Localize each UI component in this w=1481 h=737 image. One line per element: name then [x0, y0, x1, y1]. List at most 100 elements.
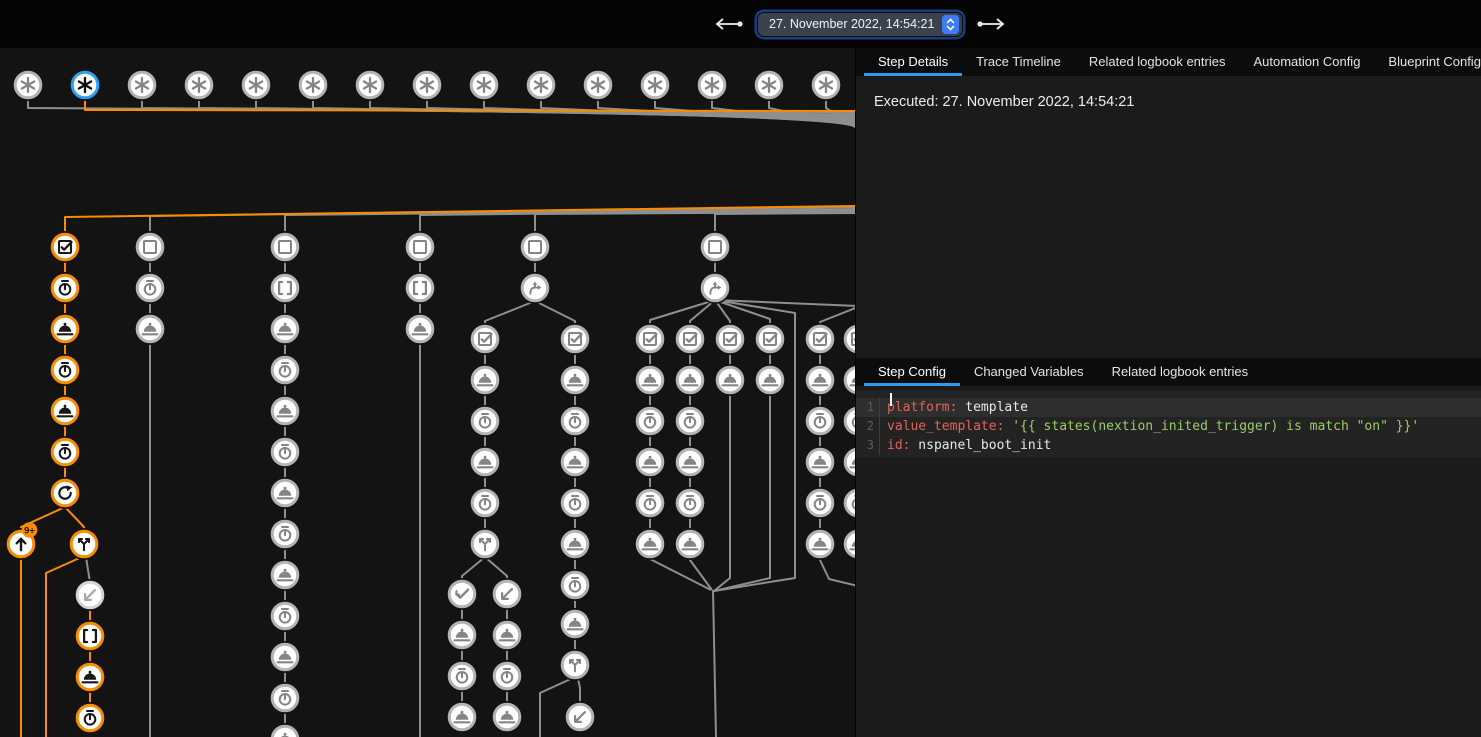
trace-node-bell[interactable]	[804, 364, 836, 396]
trace-node-decision[interactable]	[699, 272, 731, 304]
trace-node-bell[interactable]	[804, 528, 836, 560]
tab-related-logbook-entries[interactable]: Related logbook entries	[1075, 48, 1240, 76]
trace-node-timer[interactable]	[559, 487, 591, 519]
trace-node-timer[interactable]	[446, 660, 478, 692]
trace-node-checkbox[interactable]	[674, 323, 706, 355]
trace-node-bell[interactable]	[754, 364, 786, 396]
trace-node-bell[interactable]	[634, 364, 666, 396]
trace-node-bell[interactable]	[49, 395, 81, 427]
trace-node-bell[interactable]	[469, 446, 501, 478]
trace-node-asterisk[interactable]	[468, 69, 500, 101]
run-select[interactable]: 27. November 2022, 14:54:21	[758, 13, 962, 36]
tab-step-config[interactable]: Step Config	[864, 358, 960, 386]
trace-node-timer[interactable]	[804, 405, 836, 437]
trace-node-brackets[interactable]	[269, 272, 301, 304]
trace-node-timer[interactable]	[674, 487, 706, 519]
trace-node-asterisk[interactable]	[639, 69, 671, 101]
trace-node-bell[interactable]	[269, 313, 301, 345]
trace-node-asterisk[interactable]	[810, 69, 842, 101]
trace-node-timer[interactable]	[134, 272, 166, 304]
trace-node-asterisk[interactable]	[69, 69, 101, 101]
trace-node-timer[interactable]	[842, 487, 855, 519]
trace-node-bell[interactable]	[559, 608, 591, 640]
trace-node-arrow-check[interactable]	[446, 578, 478, 610]
next-run-button[interactable]	[974, 15, 1008, 33]
trace-node-bell[interactable]	[269, 395, 301, 427]
trace-node-bell[interactable]	[446, 619, 478, 651]
trace-node-square[interactable]	[519, 231, 551, 263]
previous-run-button[interactable]	[712, 15, 746, 33]
trace-node-timer[interactable]	[74, 702, 106, 734]
trace-node-bell[interactable]	[269, 477, 301, 509]
trace-node-square[interactable]	[269, 231, 301, 263]
trace-node-bell[interactable]	[674, 446, 706, 478]
trace-node-asterisk[interactable]	[126, 69, 158, 101]
trace-node-timer[interactable]	[269, 354, 301, 386]
trace-node-checkbox[interactable]	[559, 323, 591, 355]
trace-node-bell[interactable]	[491, 619, 523, 651]
trace-node-bell[interactable]	[491, 701, 523, 733]
trace-node-timer[interactable]	[634, 405, 666, 437]
trace-node-refresh[interactable]	[49, 477, 81, 509]
trace-node-bell[interactable]	[559, 364, 591, 396]
trace-node-bell[interactable]	[446, 701, 478, 733]
trace-node-arrow-bl[interactable]	[491, 578, 523, 610]
trace-node-bell[interactable]	[634, 446, 666, 478]
yaml-editor[interactable]: 1 platform: template 2 value_template: '…	[856, 391, 1481, 457]
trace-node-asterisk[interactable]	[696, 69, 728, 101]
trace-node-timer[interactable]	[674, 405, 706, 437]
trace-node-bell[interactable]	[804, 446, 836, 478]
trace-node-arrow-bl[interactable]	[74, 579, 106, 611]
trace-node-timer[interactable]	[49, 436, 81, 468]
tab-changed-variables[interactable]: Changed Variables	[960, 358, 1098, 386]
tab-step-details[interactable]: Step Details	[864, 48, 962, 76]
trace-node-bell[interactable]	[842, 446, 855, 478]
trace-node-timer[interactable]	[559, 405, 591, 437]
trace-node-brackets[interactable]	[404, 272, 436, 304]
trace-node-timer[interactable]	[634, 487, 666, 519]
trace-node-square[interactable]	[134, 231, 166, 263]
trace-node-asterisk[interactable]	[582, 69, 614, 101]
tab-related-logbook-entries-2[interactable]: Related logbook entries	[1098, 358, 1263, 386]
trace-node-asterisk[interactable]	[12, 69, 44, 101]
trace-node-bell[interactable]	[634, 528, 666, 560]
trace-node-split[interactable]	[68, 528, 100, 560]
trace-node-asterisk[interactable]	[354, 69, 386, 101]
trace-node-asterisk[interactable]	[183, 69, 215, 101]
trace-node-bell[interactable]	[404, 313, 436, 345]
trace-node-bell[interactable]	[559, 446, 591, 478]
trace-node-square[interactable]	[699, 231, 731, 263]
trace-node-bell[interactable]	[269, 559, 301, 591]
trace-node-bell[interactable]	[842, 364, 855, 396]
trace-node-bell[interactable]	[269, 641, 301, 673]
trace-node-checkbox[interactable]	[754, 323, 786, 355]
trace-node-bell[interactable]	[559, 528, 591, 560]
trace-node-asterisk[interactable]	[411, 69, 443, 101]
trace-node-timer[interactable]	[269, 436, 301, 468]
trace-node-checkbox[interactable]	[804, 323, 836, 355]
trace-node-timer[interactable]	[491, 660, 523, 692]
trace-node-timer[interactable]	[269, 600, 301, 632]
trace-node-bell[interactable]	[842, 528, 855, 560]
trace-node-timer[interactable]	[49, 272, 81, 304]
trace-node-checkbox[interactable]	[49, 231, 81, 263]
tab-blueprint-config[interactable]: Blueprint Config	[1374, 48, 1481, 76]
trace-node-checkbox[interactable]	[469, 323, 501, 355]
trace-node-bell[interactable]	[269, 723, 301, 737]
trace-node-bell[interactable]	[714, 364, 746, 396]
trace-node-asterisk[interactable]	[240, 69, 272, 101]
trace-node-checkbox[interactable]	[634, 323, 666, 355]
tab-automation-config[interactable]: Automation Config	[1239, 48, 1374, 76]
trace-node-checkbox[interactable]	[842, 323, 855, 355]
trace-node-asterisk[interactable]	[753, 69, 785, 101]
trace-node-brackets[interactable]	[74, 620, 106, 652]
trace-node-timer[interactable]	[469, 487, 501, 519]
trace-node-arrow-bl[interactable]	[564, 701, 596, 733]
trace-node-timer[interactable]	[559, 569, 591, 601]
trace-node-timer[interactable]	[269, 518, 301, 550]
trace-node-asterisk[interactable]	[297, 69, 329, 101]
trace-node-checkbox[interactable]	[714, 323, 746, 355]
trace-node-split[interactable]	[559, 649, 591, 681]
trace-node-timer[interactable]	[842, 405, 855, 437]
trace-node-square[interactable]	[404, 231, 436, 263]
